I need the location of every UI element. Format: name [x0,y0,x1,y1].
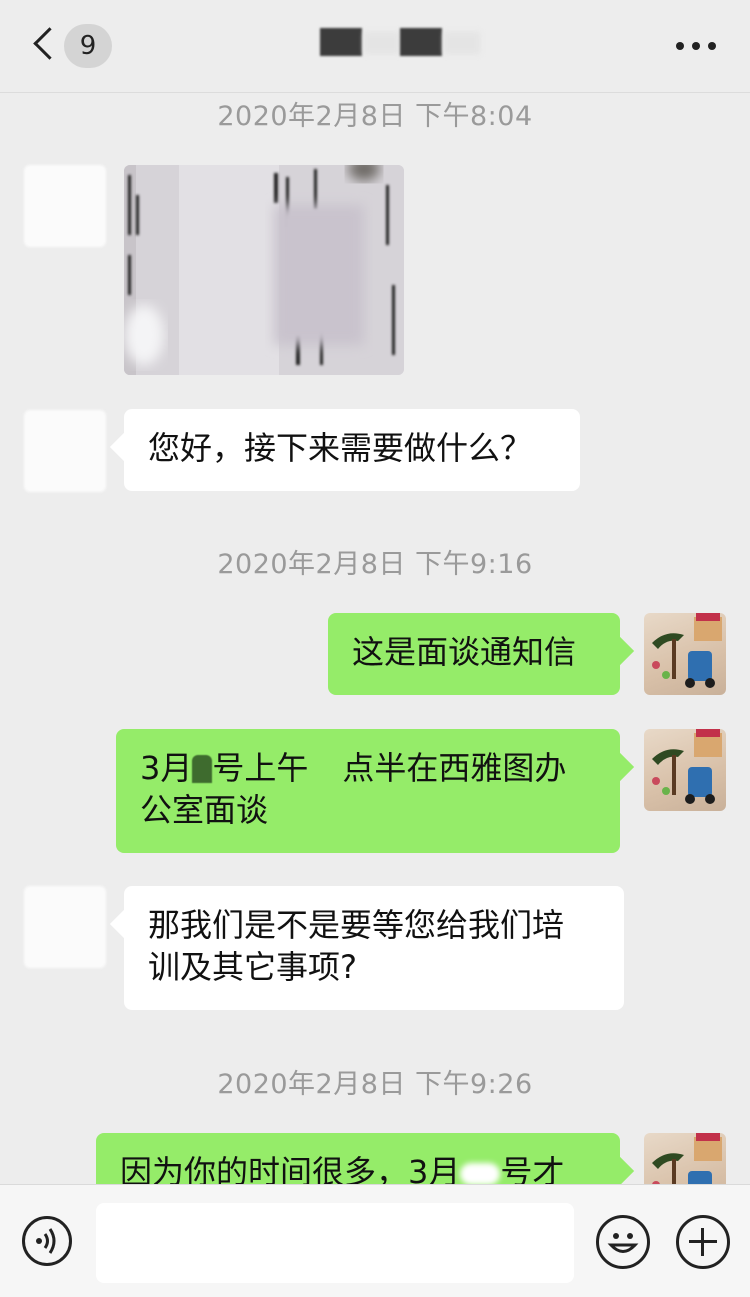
message-bubble[interactable]: 您好，接下来需要做什么？ [124,409,580,491]
more-icon [676,42,684,50]
timestamp: 2020年2月8日 下午9:26 [217,1069,533,1100]
message-text: 训及其它事项? [148,948,357,986]
redaction [192,755,213,783]
add-icon [689,1228,717,1256]
message-bubble[interactable]: 这是面谈通知信 [328,613,620,695]
avatar[interactable] [24,410,106,492]
emoji-icon [607,1233,639,1253]
more-button[interactable] [670,30,722,60]
image-message[interactable] [124,165,404,375]
message-text: 3月 [140,749,193,787]
message-text: 这是面谈通知信 [352,633,577,671]
message-row-clip: 因为你的时间很多，3月 号才 [0,1124,750,1184]
avatar[interactable] [644,613,726,695]
message-text: 号上午 [212,749,309,787]
timestamp: 2020年2月8日 下午9:16 [217,549,533,580]
input-toolbar [0,1184,750,1297]
message-input[interactable] [96,1203,574,1283]
add-button[interactable] [676,1215,730,1269]
message-text: 您好，接下来需要做什么？ [148,429,533,467]
avatar[interactable] [644,1133,726,1184]
chat-header: 9 [0,0,750,93]
back-chevron-icon [33,27,66,60]
message-text: 那我们是不是要等您给我们培 [148,906,565,944]
avatar[interactable] [24,165,106,247]
unread-count-badge: 9 [64,24,112,68]
message-bubble[interactable]: 3月 号上午 点半在西雅图办 公室面谈 [116,729,620,853]
redacted-block [364,32,400,54]
avatar[interactable] [644,729,726,811]
avatar-image [652,613,722,688]
message-text: 点半在西雅图办 [342,749,567,787]
message-text: 公室面谈 [140,791,269,829]
photo-content [124,165,404,375]
timestamp: 2020年2月8日 下午8:04 [217,101,533,132]
message-text: 号才 [500,1153,565,1184]
chat-title [318,24,488,60]
message-text: 因为你的时间很多，3月 [120,1153,461,1184]
redacted-block [444,32,480,54]
emoji-button[interactable] [596,1215,650,1269]
message-bubble[interactable]: 因为你的时间很多，3月 号才 [96,1133,620,1184]
avatar-image [652,1133,722,1184]
avatar[interactable] [24,886,106,968]
redacted-block [320,28,362,56]
back-button[interactable]: 9 [22,22,122,70]
voice-button[interactable] [22,1216,72,1266]
message-bubble[interactable]: 那我们是不是要等您给我们培 训及其它事项? [124,886,624,1010]
redaction [460,1163,501,1184]
avatar-image [652,729,722,804]
redacted-block [400,28,442,56]
voice-icon [36,1228,56,1254]
